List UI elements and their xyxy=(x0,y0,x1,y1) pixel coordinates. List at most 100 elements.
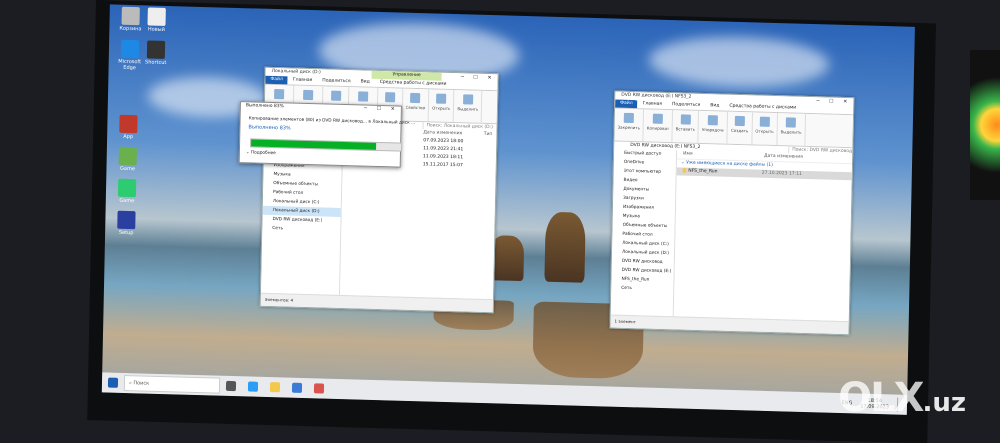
ribbon-button[interactable]: Открыть xyxy=(428,89,455,123)
windows-start-icon[interactable] xyxy=(107,377,119,388)
desktop-icon-label: App xyxy=(123,133,134,141)
column-date[interactable]: Дата изменения xyxy=(423,130,462,136)
explorer-window-dvd: DVD RW дисковод (E:) NFS3_2 ─ ☐ ✕ Файл Гл… xyxy=(609,90,855,336)
window-controls[interactable]: ─ ☐ ✕ xyxy=(461,73,496,82)
ribbon-label: Копировать xyxy=(646,125,669,132)
ribbon-icon xyxy=(652,113,663,124)
details-label: Подробнее xyxy=(250,150,276,157)
file-explorer-icon[interactable] xyxy=(269,382,281,393)
ribbon-tab[interactable]: Вид xyxy=(705,102,724,111)
file-icon xyxy=(147,7,166,26)
nav-item[interactable]: Сеть xyxy=(611,284,673,295)
task-view-icon[interactable] xyxy=(225,380,237,392)
file-name: NFS_the_Run xyxy=(688,168,718,175)
ribbon-tab[interactable]: Главная xyxy=(637,100,667,109)
copy-progress-dialog: Выполнено 83% ─ ☐ ✕ Копирование элементо… xyxy=(238,101,415,168)
progress-bar xyxy=(250,138,403,152)
desktop-screen: Корзина Новый Microsoft Edge Shortcut App Gam… xyxy=(101,4,915,415)
file-date: 27.10.2023 17:11 xyxy=(761,170,802,177)
ribbon-label: Свойства xyxy=(405,104,426,111)
desktop-icon[interactable]: Shortcut xyxy=(141,40,172,66)
desktop-icon[interactable]: Game xyxy=(112,146,143,173)
column-type[interactable]: Тип xyxy=(484,132,493,137)
ribbon-tab[interactable]: Файл xyxy=(265,75,288,85)
ribbon-label: Вставить xyxy=(675,126,696,132)
desktop-icon[interactable]: Game xyxy=(112,178,143,205)
file-list: Имя Дата изменения ⌄ Уже имеющиеся на ди… xyxy=(673,150,853,323)
details-toggle[interactable]: ⌄ Подробнее xyxy=(246,150,276,156)
group-header-label: Уже имеющиеся на диске файлы (1) xyxy=(686,160,773,168)
taskbar-search-label: Поиск xyxy=(133,380,150,387)
ribbon-icon xyxy=(623,112,634,124)
ribbon-tab[interactable]: Вид xyxy=(356,78,375,87)
game-icon xyxy=(118,146,137,166)
ribbon-button[interactable]: Создать xyxy=(727,111,753,145)
ribbon-icon xyxy=(680,114,691,125)
ribbon-button[interactable]: Вставить xyxy=(672,110,700,143)
ribbon-button[interactable]: Выделить xyxy=(777,113,806,146)
desktop-icon-label: Shortcut xyxy=(145,59,167,67)
chevron-down-icon: ⌄ xyxy=(680,160,685,166)
recycle-bin-icon xyxy=(121,6,140,26)
desktop-icon-label: Game xyxy=(119,197,135,205)
ribbon-button[interactable]: Закрепить на панели быстрого доступа xyxy=(614,108,645,142)
ribbon-icon xyxy=(708,115,719,126)
ribbon-icon xyxy=(274,89,285,100)
app-icon xyxy=(119,114,138,134)
store-icon[interactable] xyxy=(291,382,303,393)
column-name[interactable]: Имя xyxy=(683,151,693,156)
column-date[interactable]: Дата изменения xyxy=(764,154,803,160)
ribbon-tab[interactable]: Поделиться xyxy=(317,77,355,86)
window-controls[interactable]: ─ ☐ ✕ xyxy=(816,97,851,106)
ribbon-icon xyxy=(436,93,447,104)
ribbon-button[interactable]: Свойства xyxy=(402,88,430,122)
ribbon-icon xyxy=(330,90,341,101)
ribbon-label: Создать xyxy=(730,127,749,134)
setup-icon xyxy=(117,210,136,230)
ribbon-button[interactable]: Упорядочить xyxy=(698,110,729,144)
chevron-down-icon: ⌄ xyxy=(245,150,250,156)
app-icon[interactable] xyxy=(313,383,325,394)
progress-fill xyxy=(251,139,376,150)
app-icon xyxy=(146,40,166,59)
ribbon-icon xyxy=(786,117,797,128)
desktop-icon[interactable]: Setup xyxy=(111,210,142,237)
ribbon-tab[interactable]: Главная xyxy=(288,76,318,85)
folder-icon: ▇ xyxy=(682,168,687,174)
edge-icon xyxy=(120,39,140,59)
window-title: Локальный диск (D:) xyxy=(271,68,321,76)
ribbon-label: Закрепить на панели быстрого доступа xyxy=(617,124,640,131)
ribbon-label: Выделить xyxy=(457,106,479,112)
game-icon xyxy=(117,178,137,198)
ribbon-icon xyxy=(385,92,396,103)
ribbon-label: Открыть xyxy=(755,128,774,134)
desktop-icon-label: Game xyxy=(119,165,135,173)
rgb-fan-light xyxy=(970,50,1000,200)
edge-icon[interactable] xyxy=(247,381,259,392)
ribbon-tab[interactable]: Файл xyxy=(615,99,638,109)
ribbon-tab[interactable]: Поделиться xyxy=(667,101,705,110)
dialog-controls[interactable]: ─ ☐ ✕ xyxy=(364,106,399,113)
taskbar: ⌕ Поиск ENG 18:54 17.09.2023 xyxy=(101,372,908,415)
taskbar-search[interactable]: ⌕ Поиск xyxy=(123,375,221,394)
ribbon-label: Упорядочить xyxy=(701,126,725,133)
nav-item[interactable]: Сеть xyxy=(262,224,340,235)
desktop-icon-label: Новый xyxy=(147,26,165,33)
desktop-icon-column: Корзина Новый Microsoft Edge Shortcut App Gam… xyxy=(110,4,915,236)
navigation-pane: Быстрый доступ OneDrive Этот компьютер Виде… xyxy=(610,148,678,318)
ribbon-icon xyxy=(358,91,369,102)
ribbon-label: Выделить xyxy=(780,129,802,135)
watermark-domain: .uz xyxy=(922,388,966,418)
ribbon-button[interactable]: Открыть xyxy=(752,112,778,146)
ribbon-button[interactable]: Выделить xyxy=(454,90,483,123)
olx-logo: OLX xyxy=(838,375,924,421)
desktop-icon[interactable]: App xyxy=(113,114,144,141)
ribbon-button[interactable]: Копировать xyxy=(643,109,674,143)
ribbon-icon xyxy=(303,89,314,101)
watermark: OLX.uz xyxy=(838,375,966,421)
ribbon-icon xyxy=(759,116,770,127)
monitor: Корзина Новый Microsoft Edge Shortcut App Gam… xyxy=(87,0,936,443)
desktop-icon[interactable]: Новый xyxy=(141,7,172,33)
ribbon-icon xyxy=(462,94,474,105)
window-title: DVD RW дисковод (E:) NFS3_2 xyxy=(621,92,692,100)
